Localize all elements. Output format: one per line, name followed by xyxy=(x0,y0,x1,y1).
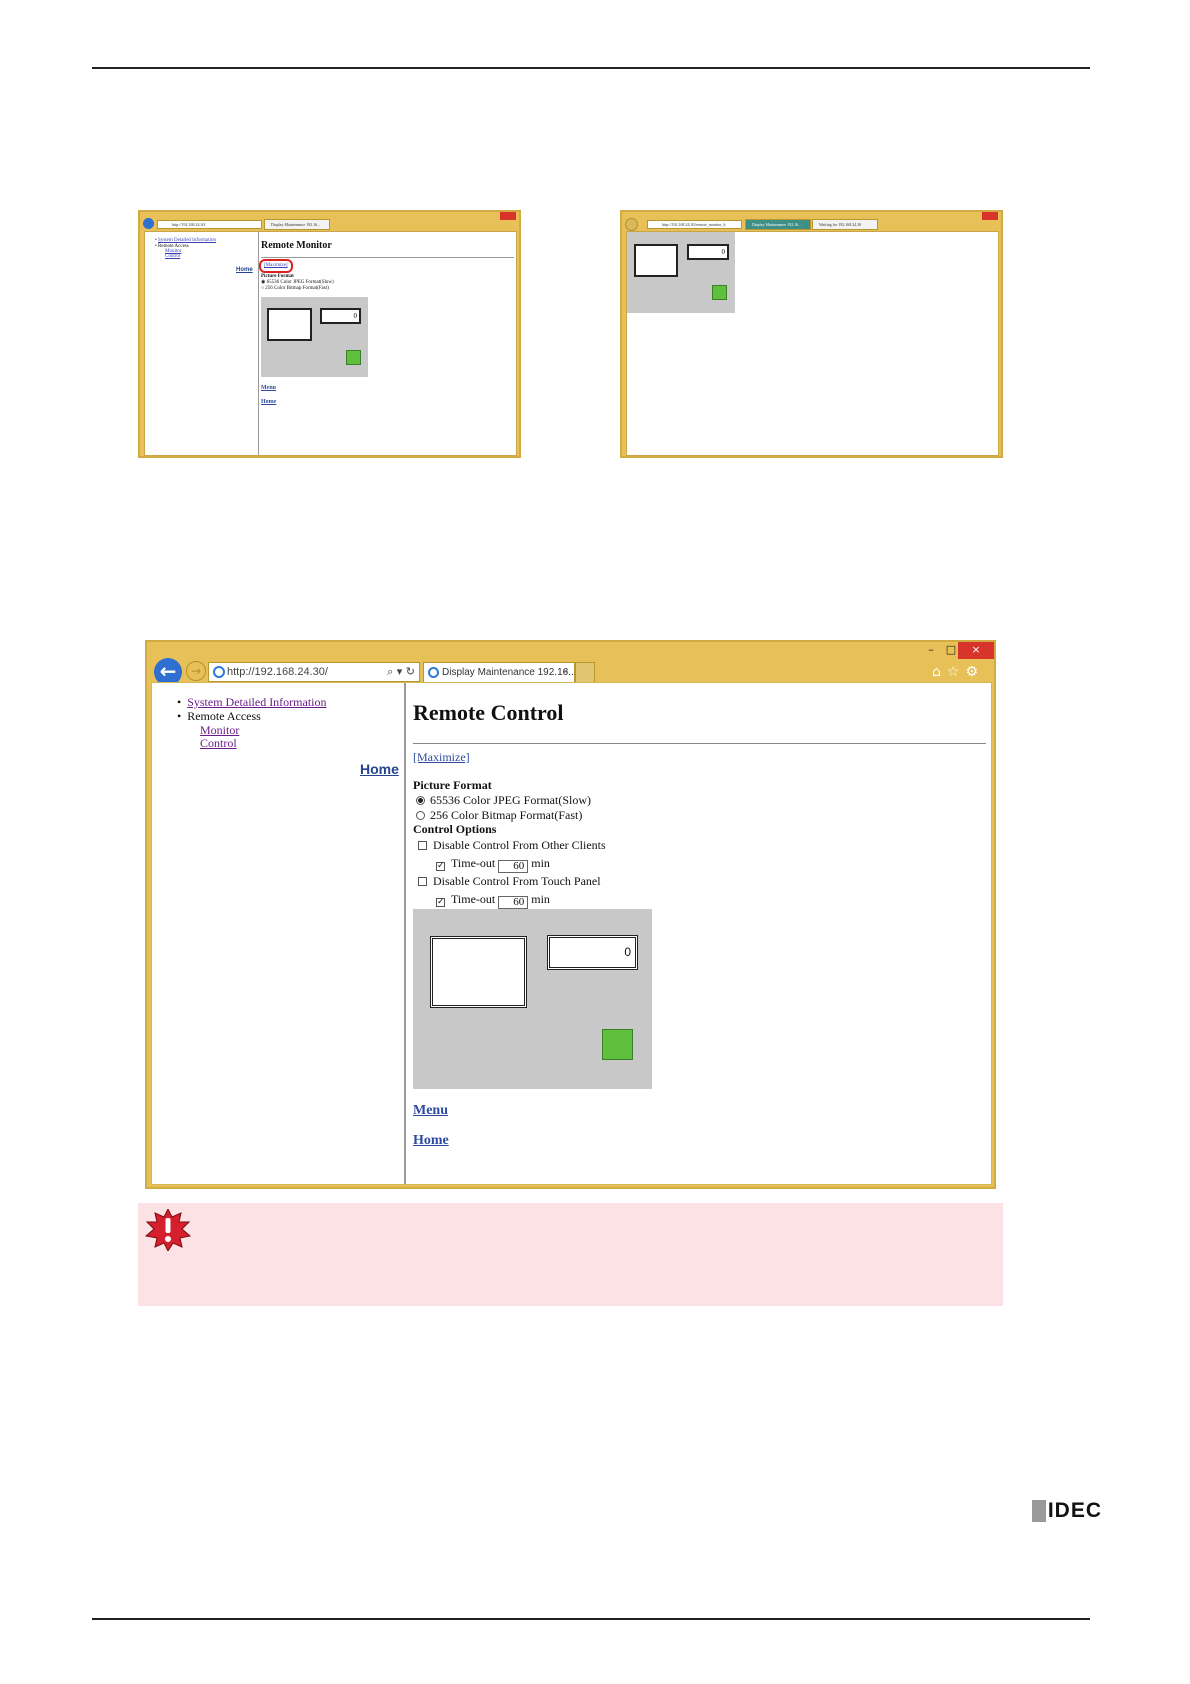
page-title: Remote Monitor xyxy=(261,240,332,251)
format-option-jpeg[interactable]: 65536 Color JPEG Format(Slow) xyxy=(416,793,591,807)
title-rule xyxy=(261,257,514,258)
timeout-input-clients[interactable]: 60 xyxy=(498,860,529,873)
nav-item-remote: • Remote Access xyxy=(177,709,261,723)
radio-selected-icon[interactable] xyxy=(416,796,425,805)
maximize-link-highlighted[interactable]: [Maximize] xyxy=(259,259,293,273)
title-rule xyxy=(413,743,986,744)
option-timeout-clients[interactable]: ✓ Time-out 60 min xyxy=(436,856,550,873)
remote-screen[interactable]: 0 xyxy=(413,909,652,1089)
logo-text: IDEC xyxy=(1047,1499,1102,1522)
screen-numeric-display: 0 xyxy=(687,244,729,260)
browser-window-remote-control: ← → http://192.168.24.30/ ⌕ ▾ ↻ Display … xyxy=(145,640,996,1189)
screen-white-box xyxy=(267,308,312,341)
browser-tab-1[interactable]: Display Maintenance 192.16... xyxy=(745,219,811,230)
back-arrow-icon[interactable] xyxy=(625,218,638,231)
menu-link[interactable]: Menu xyxy=(261,384,276,392)
minimize-button[interactable]: – xyxy=(922,642,940,658)
remote-screen[interactable]: 0 xyxy=(261,297,368,377)
footer-rule xyxy=(92,1618,1090,1620)
nav-pane: • System Detailed Information • Remote A… xyxy=(152,683,406,1184)
screen-green-button xyxy=(602,1029,633,1060)
page-content: • System Detailed Information • Remote A… xyxy=(151,682,992,1185)
ie-logo-icon xyxy=(428,667,439,678)
header-rule xyxy=(92,67,1090,69)
forward-arrow-icon[interactable]: → xyxy=(186,661,206,681)
address-bar[interactable]: http://192.168.24.30/ ⌕ ▾ ↻ xyxy=(208,662,420,682)
nav-item-system[interactable]: • System Detailed Information xyxy=(177,695,327,709)
menu-link[interactable]: Menu xyxy=(413,1104,448,1118)
page-content: • System Detailed Information • Remote A… xyxy=(144,231,517,456)
browser-tab[interactable]: Display Maintenance 192.16... xyxy=(264,219,330,230)
nav-pane: • System Detailed Information • Remote A… xyxy=(145,232,259,455)
new-tab-button[interactable] xyxy=(575,662,595,683)
option-disable-clients[interactable]: Disable Control From Other Clients xyxy=(418,838,606,852)
home-link[interactable]: Home xyxy=(413,1134,449,1148)
screen-green-button xyxy=(346,350,361,365)
screen-green-button xyxy=(712,285,727,300)
address-bar[interactable]: http://192.168.24.30/remote_monitor_h xyxy=(647,220,742,229)
logo-bar xyxy=(1031,1500,1046,1522)
maximize-link[interactable]: [Maximize] xyxy=(413,750,470,764)
page-title: Remote Control xyxy=(413,700,564,725)
search-refresh-icons[interactable]: ⌕ ▾ ↻ xyxy=(387,663,415,681)
nav-sub-monitor[interactable]: Monitor xyxy=(200,723,239,737)
nav-sub-control[interactable]: Control xyxy=(200,736,237,750)
remote-screen[interactable]: 0 xyxy=(627,232,735,313)
home-icon[interactable]: ⌂ xyxy=(932,664,947,680)
nav-home-link[interactable]: Home xyxy=(360,761,399,777)
ie-logo-icon xyxy=(213,666,225,678)
idec-logo: IDEC xyxy=(1031,1499,1102,1523)
checkbox-checked-icon[interactable]: ✓ xyxy=(436,862,445,871)
settings-gear-icon[interactable]: ⚙ xyxy=(965,664,984,680)
home-link[interactable]: Home xyxy=(261,398,276,406)
back-arrow-icon[interactable] xyxy=(143,218,154,229)
radio-empty-icon[interactable] xyxy=(416,811,425,820)
page-content: 0 xyxy=(626,231,999,456)
address-bar[interactable]: http://192.168.24.30/ xyxy=(157,220,262,229)
screen-numeric-display: 0 xyxy=(547,935,638,970)
checkbox-unchecked-icon[interactable] xyxy=(418,877,427,886)
control-options-label: Control Options xyxy=(413,822,497,836)
checkbox-unchecked-icon[interactable] xyxy=(418,841,427,850)
format-option-bitmap[interactable]: ○ 256 Color Bitmap Format(Fast) xyxy=(261,285,329,293)
screen-white-box xyxy=(430,936,527,1008)
browser-window-before: http://192.168.24.30/ Display Maintenanc… xyxy=(138,210,521,458)
option-disable-panel[interactable]: Disable Control From Touch Panel xyxy=(418,874,601,888)
format-option-bitmap[interactable]: 256 Color Bitmap Format(Fast) xyxy=(416,808,582,822)
nav-sub-control[interactable]: Control xyxy=(165,254,180,259)
window-close-button[interactable] xyxy=(500,212,516,220)
browser-window-after: http://192.168.24.30/remote_monitor_h Di… xyxy=(620,210,1003,458)
warning-icon xyxy=(144,1209,192,1251)
browser-tab[interactable]: Display Maintenance 192.16... × xyxy=(423,662,577,683)
format-label: Picture Format xyxy=(413,778,492,792)
timeout-input-panel[interactable]: 60 xyxy=(498,896,529,909)
screen-numeric-display: 0 xyxy=(320,308,361,324)
warning-note-box xyxy=(138,1203,1003,1306)
window-close-button[interactable] xyxy=(982,212,998,220)
toolbar-icons: ⌂☆⚙ xyxy=(932,664,984,680)
checkbox-checked-icon[interactable]: ✓ xyxy=(436,898,445,907)
tab-close-icon[interactable]: × xyxy=(563,663,569,682)
browser-tab-2[interactable]: Waiting for 192.168.24.30 xyxy=(812,219,878,230)
option-timeout-panel[interactable]: ✓ Time-out 60 min xyxy=(436,892,550,909)
screen-white-box xyxy=(634,244,678,277)
window-close-button[interactable]: × xyxy=(958,642,994,659)
nav-home-link[interactable]: Home xyxy=(236,266,253,274)
favorites-star-icon[interactable]: ☆ xyxy=(947,664,966,680)
